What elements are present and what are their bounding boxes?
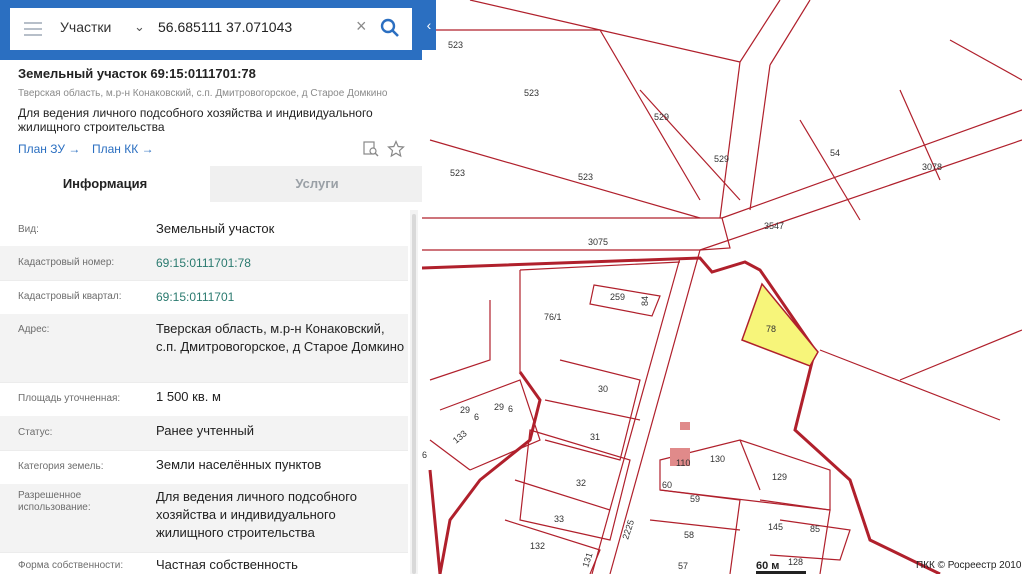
parcel-number-label: 110	[676, 458, 690, 468]
info-label: Адрес:	[18, 324, 50, 335]
info-row-ownership: Форма собственности: Частная собственнос…	[0, 552, 408, 574]
parcel-number-label: 529	[714, 154, 729, 164]
parcel-number-label: 78	[766, 324, 776, 334]
parcel-number-label: 529	[654, 112, 669, 122]
plan-zu-link[interactable]: План ЗУ →	[18, 142, 80, 156]
search-type-select[interactable]: Участки	[60, 19, 111, 35]
parcel-number-label: 145	[768, 522, 783, 532]
parcel-number-label: 31	[590, 432, 600, 442]
info-label: Категория земель:	[18, 461, 104, 472]
info-label: Кадастровый номер:	[18, 257, 115, 268]
parcel-number-label: 30	[598, 384, 608, 394]
parcel-number-label: 58	[684, 530, 694, 540]
parcel-number-label: 60	[662, 480, 672, 490]
tab-information[interactable]: Информация	[0, 166, 210, 202]
parcel-number-label: 57	[678, 561, 688, 571]
parcel-number-label: 32	[576, 478, 586, 488]
tabs: Информация Услуги	[0, 166, 422, 202]
info-label: Статус:	[18, 427, 53, 438]
parcel-number-label: 129	[772, 472, 787, 482]
info-label: Форма собственности:	[18, 560, 124, 571]
info-row-type: Вид: Земельный участок	[0, 210, 408, 247]
parcel-number-label: 6	[508, 404, 513, 414]
info-row-permitted-use: Разрешенное использование: Для ведения л…	[0, 484, 408, 553]
info-row-status: Статус: Ранее учтенный	[0, 416, 408, 451]
parcel-number-label: 84	[640, 296, 650, 306]
parcel-number-label: 259	[610, 292, 625, 302]
parcel-number-label: 29	[460, 405, 470, 415]
info-value: Земельный участок	[156, 221, 275, 236]
info-row-land-category: Категория земель: Земли населённых пункт…	[0, 450, 408, 485]
parcel-number-label: 6	[474, 412, 479, 422]
search-document-icon[interactable]	[362, 140, 380, 158]
menu-icon[interactable]	[24, 22, 42, 36]
search-input[interactable]: 56.685111 37.071043	[158, 19, 292, 35]
info-label: Вид:	[18, 224, 39, 235]
star-icon[interactable]	[387, 140, 405, 158]
info-row-area: Площадь уточненная: 1 500 кв. м	[0, 382, 408, 417]
cadastral-number-link[interactable]: 69:15:0111701:78	[156, 254, 406, 272]
info-row-cadastral-quarter: Кадастровый квартал: 69:15:0111701	[0, 280, 408, 315]
search-box: Участки ⌄ 56.685111 37.071043 ×	[10, 8, 412, 50]
parcel-number-label: 85	[810, 524, 820, 534]
search-bar: Участки ⌄ 56.685111 37.071043 ×	[0, 0, 422, 60]
parcel-number-label: 29	[494, 402, 504, 412]
parcel-number-label: 128	[788, 557, 803, 567]
parcel-number-label: 3547	[764, 221, 784, 231]
parcel-number-label: 3078	[922, 162, 942, 172]
info-value: Для ведения личного подсобного хозяйства…	[156, 489, 357, 540]
info-panel: Участки ⌄ 56.685111 37.071043 × Земельны…	[0, 0, 422, 574]
cadastral-quarter-link[interactable]: 69:15:0111701	[156, 288, 406, 306]
parcel-number-label: 132	[530, 541, 545, 551]
parcel-address-short: Тверская область, м.р-н Конаковский, с.п…	[18, 88, 388, 99]
parcel-number-label: 523	[448, 40, 463, 50]
parcel-number-label: 523	[578, 172, 593, 182]
info-row-address: Адрес: Тверская область, м.р-н Конаковск…	[0, 314, 408, 383]
chevron-down-icon[interactable]: ⌄	[134, 19, 145, 35]
clear-icon[interactable]: ×	[356, 16, 367, 37]
info-value: Ранее учтенный	[156, 423, 254, 438]
tab-services[interactable]: Услуги	[212, 166, 422, 202]
parcel-number-label: 523	[450, 168, 465, 178]
info-value: Тверская область, м.р-н Конаковский, с.п…	[156, 321, 405, 354]
parcel-number-label: 59	[690, 494, 700, 504]
parcel-number-label: 54	[830, 148, 840, 158]
plan-kk-link[interactable]: План КК →	[92, 142, 154, 156]
parcel-number-label: 33	[554, 514, 564, 524]
info-value: Частная собственность	[156, 557, 298, 572]
info-label: Разрешенное использование:	[18, 490, 91, 513]
parcel-number-label: 3075	[588, 237, 608, 247]
search-icon[interactable]	[380, 18, 400, 38]
scrollbar-thumb[interactable]	[412, 214, 416, 574]
info-label: Площадь уточненная:	[18, 393, 121, 404]
info-value: 1 500 кв. м	[156, 389, 221, 404]
parcel-number-label: 523	[524, 88, 539, 98]
parcel-number-label: 130	[710, 454, 725, 464]
info-value: Земли населённых пунктов	[156, 457, 322, 472]
parcel-title: Земельный участок 69:15:0111701:78	[18, 66, 256, 81]
parcel-number-label: 6	[422, 450, 427, 460]
copyright: ПКК © Росреестр 2010	[916, 560, 1022, 571]
info-label: Кадастровый квартал:	[18, 291, 122, 302]
info-row-cadastral-number: Кадастровый номер: 69:15:0111701:78	[0, 246, 408, 281]
parcel-purpose: Для ведения личного подсобного хозяйства…	[18, 106, 373, 134]
parcel-number-label: 76/1	[544, 312, 562, 322]
collapse-panel-button[interactable]: ‹	[422, 0, 436, 50]
